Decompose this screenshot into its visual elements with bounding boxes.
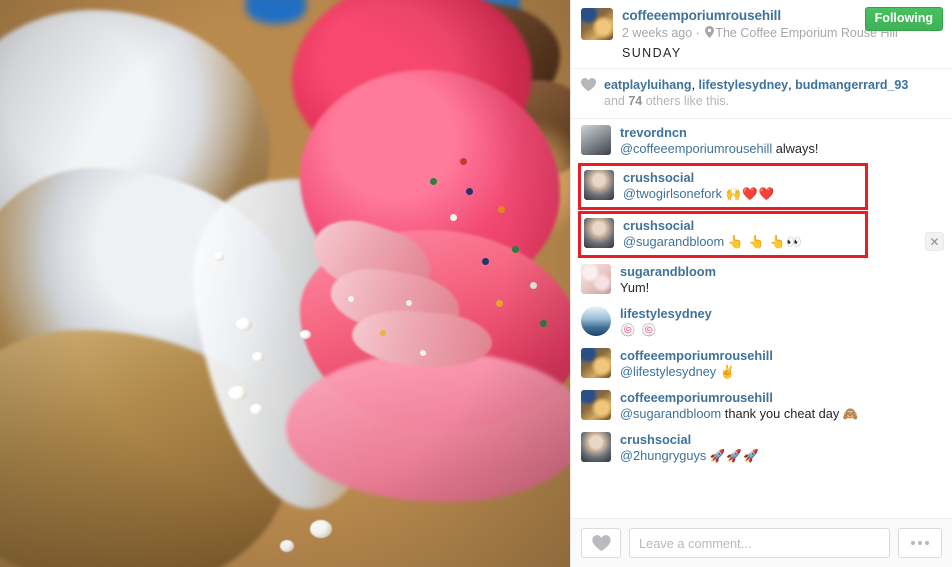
commenter-username[interactable]: coffeeemporiumrousehill (620, 390, 942, 405)
commenter-username[interactable]: sugarandbloom (620, 264, 942, 279)
coffee-shop-thumbnail-icon (581, 8, 613, 40)
liker-link-2[interactable]: budmangerrard_93 (795, 78, 908, 92)
author-avatar[interactable] (581, 8, 613, 40)
comment-text: @sugarandbloom thank you cheat day 🙈 (620, 405, 942, 423)
comment-mention[interactable]: @sugarandbloom (620, 406, 721, 421)
meta-separator: · (695, 26, 700, 40)
comment-text: @lifestylesydney ✌️ (620, 363, 942, 381)
coffee-shop-thumbnail-icon (581, 390, 611, 420)
comment-mention[interactable]: @coffeeemporiumrousehill (620, 141, 772, 156)
heart-icon (580, 78, 597, 97)
post-details-panel: coffeeemporiumrousehill 2 weeks ago · Th… (570, 0, 952, 567)
comment-input[interactable] (629, 528, 890, 558)
comments-list[interactable]: trevordncn @coffeeemporiumrousehill alwa… (571, 119, 952, 518)
comment-item: coffeeemporiumrousehill @lifestylesydney… (571, 343, 952, 385)
comment-text: 🍥 🍥 (620, 321, 942, 339)
likes-usernames: eatplayluihang, lifestylesydney, budmang… (604, 77, 908, 93)
commenter-username[interactable]: crushsocial (623, 218, 858, 233)
comment-mention[interactable]: @2hungryguys (620, 448, 706, 463)
post-timestamp: 2 weeks ago (622, 26, 693, 40)
likes-row: eatplayluihang, lifestylesydney, budmang… (571, 68, 952, 119)
comment-body: always! (772, 141, 819, 156)
close-icon[interactable]: ✕ (925, 232, 944, 251)
likes-suffix: others like this. (642, 94, 730, 108)
comment-mention[interactable]: @twogirlsonefork (623, 186, 722, 201)
comment-emoji: 🙈 (842, 407, 860, 421)
commenter-username[interactable]: lifestylesydney (620, 306, 942, 321)
commenter-avatar[interactable] (581, 306, 611, 336)
liker-link-0[interactable]: eatplayluihang (604, 78, 692, 92)
comment-text: @sugarandbloom 👆 👆 👆👀 (623, 233, 858, 251)
commenter-username[interactable]: trevordncn (620, 125, 942, 140)
post-photo[interactable] (0, 0, 570, 567)
post-caption: SUNDAY (622, 46, 682, 60)
post-header: coffeeemporiumrousehill 2 weeks ago · Th… (571, 0, 952, 68)
commenter-avatar[interactable] (581, 432, 611, 462)
liker-link-1[interactable]: lifestylesydney (698, 78, 788, 92)
more-options-icon (911, 541, 929, 545)
comment-emoji: 🚀🚀🚀 (709, 449, 760, 463)
comment-emoji: ✌️ (719, 365, 737, 379)
comment-item: trevordncn @coffeeemporiumrousehill alwa… (571, 120, 952, 162)
more-options-button[interactable] (898, 528, 942, 558)
coffee-shop-thumbnail-icon (581, 348, 611, 378)
comment-composer (571, 518, 952, 567)
commenter-avatar[interactable] (581, 348, 611, 378)
instagram-post-screen: coffeeemporiumrousehill 2 weeks ago · Th… (0, 0, 952, 567)
commenter-username[interactable]: crushsocial (620, 432, 942, 447)
photo-vignette (0, 0, 570, 567)
comment-mention[interactable]: @lifestylesydney (620, 364, 716, 379)
likes-count-row: and 74 others like this. (604, 93, 908, 109)
comment-emoji: 🙌❤️❤️ (725, 187, 776, 201)
likes-prefix: and (604, 94, 629, 108)
likes-count: 74 (628, 94, 643, 108)
location-pin-icon (705, 26, 715, 43)
commenter-avatar[interactable] (584, 170, 614, 200)
comment-body: thank you cheat day (721, 406, 843, 421)
comment-item: coffeeemporiumrousehill @sugarandbloom t… (571, 385, 952, 427)
comment-text: @twogirlsonefork 🙌❤️❤️ (623, 185, 858, 203)
comment-emoji: 👆 👆 👆👀 (727, 235, 803, 249)
commenter-username[interactable]: coffeeemporiumrousehill (620, 348, 942, 363)
commenter-avatar[interactable] (581, 390, 611, 420)
commenter-avatar[interactable] (581, 264, 611, 294)
commenter-avatar[interactable] (584, 218, 614, 248)
commenter-avatar[interactable] (581, 125, 611, 155)
comment-item: lifestylesydney 🍥 🍥 (571, 301, 952, 343)
comment-body: Yum! (620, 280, 650, 295)
following-button[interactable]: Following (864, 7, 943, 31)
like-button[interactable] (581, 528, 621, 558)
comment-text: @coffeeemporiumrousehill always! (620, 140, 942, 158)
comment-item: sugarandbloom Yum! (571, 259, 952, 301)
comment-text: @2hungryguys 🚀🚀🚀 (620, 447, 942, 465)
comment-emoji: 🍥 🍥 (620, 323, 658, 337)
comment-mention[interactable]: @sugarandbloom (623, 234, 724, 249)
comment-item-highlighted: crushsocial @sugarandbloom 👆 👆 👆👀 (578, 211, 868, 258)
heart-icon (591, 534, 611, 551)
commenter-username[interactable]: crushsocial (623, 170, 858, 185)
comment-item-highlighted: crushsocial @twogirlsonefork 🙌❤️❤️ (578, 163, 868, 210)
comment-text: Yum! (620, 279, 942, 297)
comment-item: crushsocial @2hungryguys 🚀🚀🚀 (571, 427, 952, 469)
